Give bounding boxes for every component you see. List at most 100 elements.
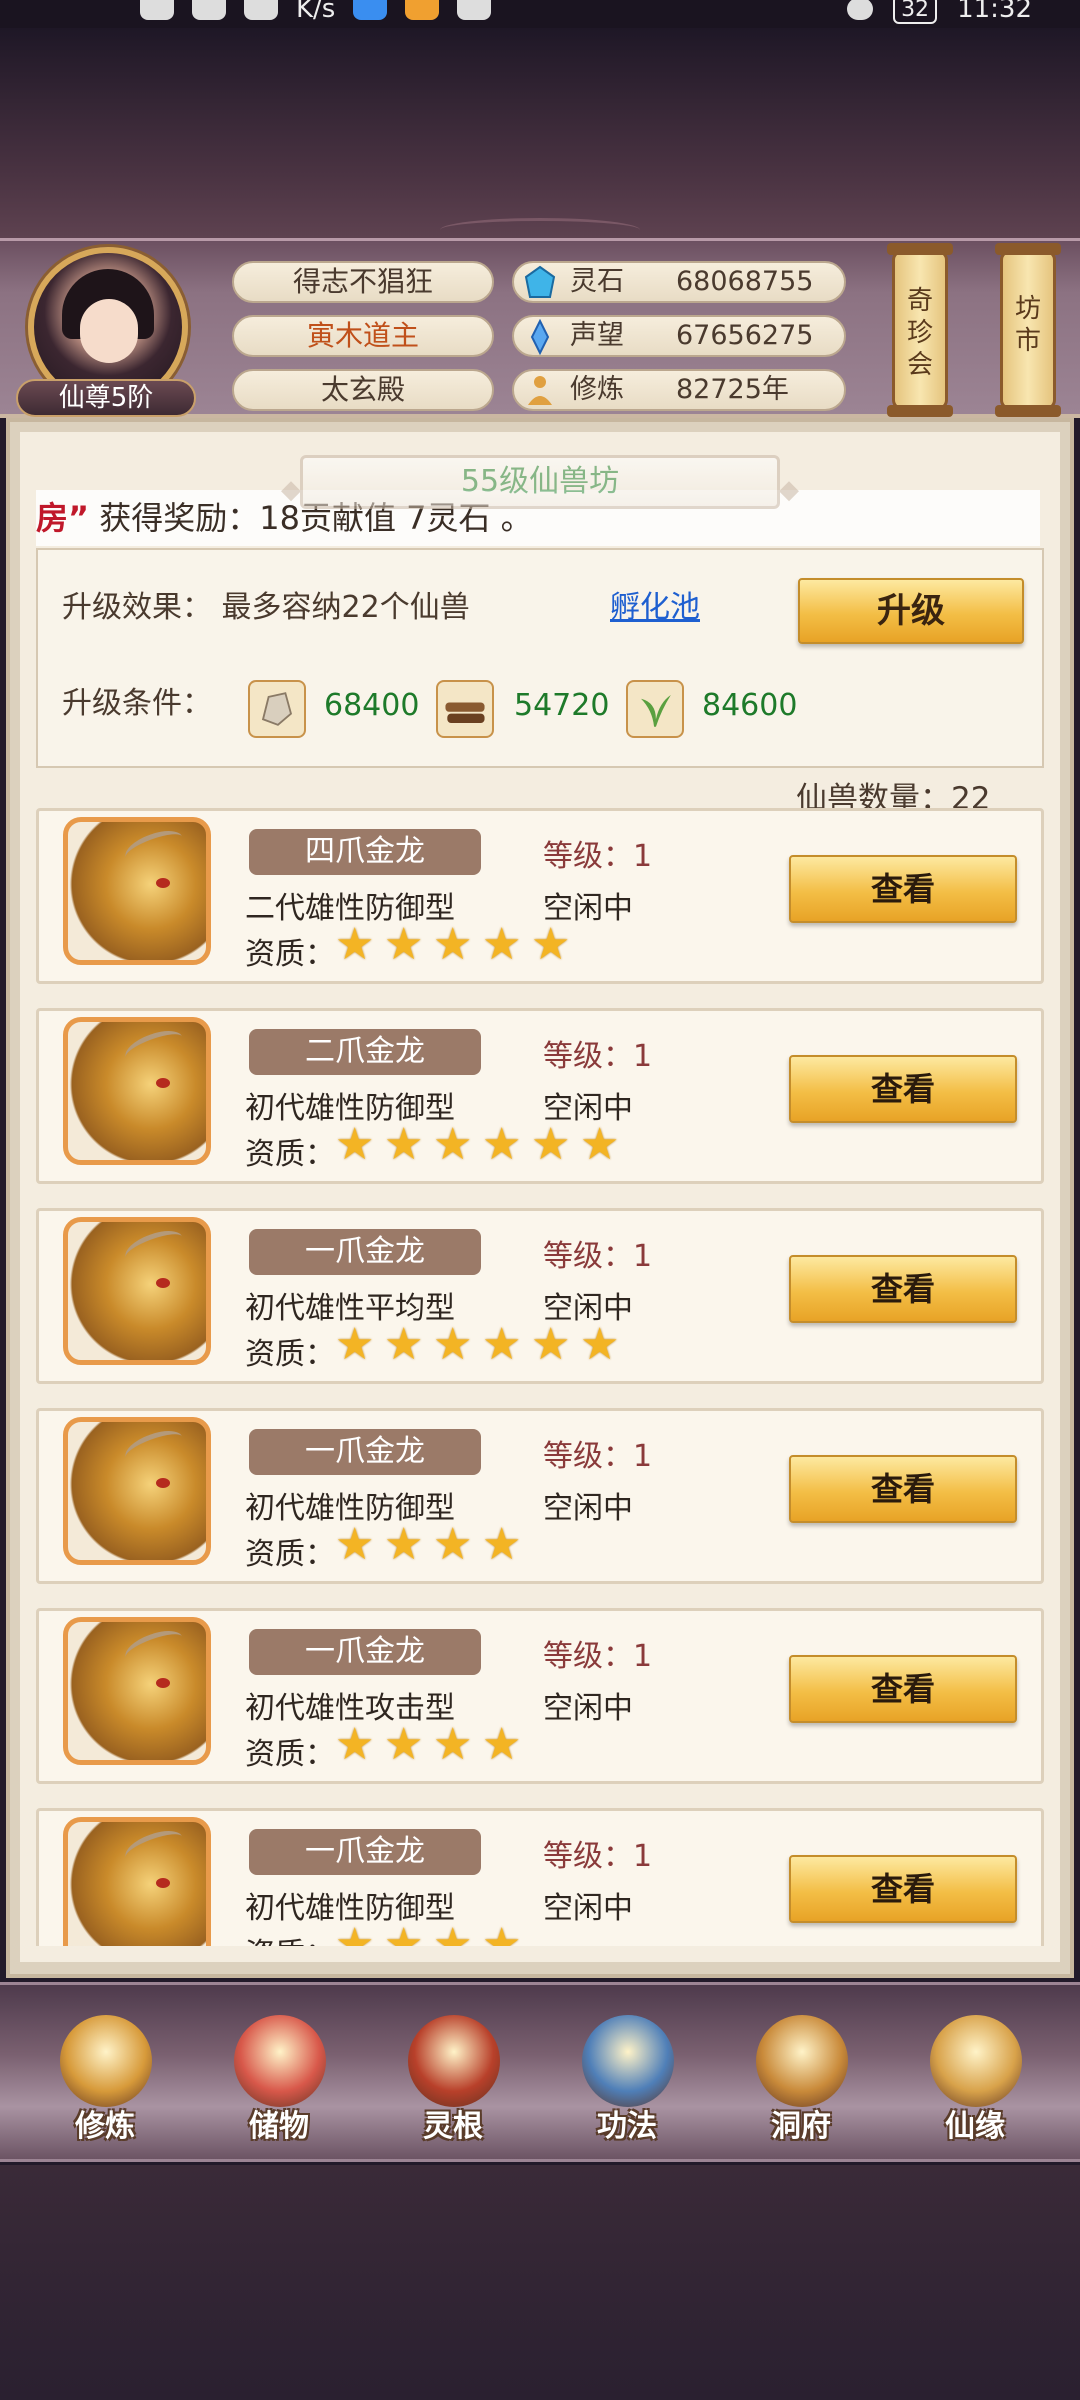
- level-value: 1: [633, 1239, 653, 1274]
- beast-card: 一爪金龙 等级：1 初代雄性攻击型 空闲中 资质： ★ ★ ★ ★ 查看: [36, 1608, 1044, 1784]
- shield-icon: [353, 0, 388, 20]
- star-icon: ★: [482, 1119, 522, 1170]
- star-icon: ★: [531, 1119, 571, 1170]
- view-button[interactable]: 查看: [789, 1255, 1017, 1323]
- nav-item-1[interactable]: 修炼: [40, 2015, 170, 2155]
- quality-label: 资质：: [245, 1929, 335, 1946]
- upgrade-condition-label: 升级条件：: [62, 686, 212, 721]
- star-icon: ★: [433, 1119, 473, 1170]
- nav-item-4[interactable]: 功法: [562, 2015, 692, 2155]
- material-value: 84600: [702, 688, 798, 723]
- ticker-prefix: 房”: [36, 499, 90, 537]
- quality-label: 资质：: [245, 1737, 335, 1772]
- beast-status: 空闲中: [543, 1891, 633, 1926]
- level-label: 等级：: [543, 1639, 633, 1674]
- golden-dragon-icon[interactable]: [63, 1417, 211, 1565]
- material-value: 68400: [324, 688, 420, 723]
- nav-label: 修炼: [75, 2109, 135, 2144]
- beast-name: 一爪金龙: [249, 1229, 481, 1275]
- level-label: 等级：: [543, 1239, 633, 1274]
- quality-label: 资质：: [245, 937, 335, 972]
- beast-level: 等级：1: [543, 1031, 652, 1075]
- ore-icon: [248, 680, 306, 738]
- resource-value: 67656275: [676, 320, 814, 351]
- hd-icon: [140, 0, 174, 20]
- nav-item-5[interactable]: 洞府: [736, 2015, 866, 2155]
- star-icon: ★: [384, 1119, 424, 1170]
- level-value: 1: [633, 839, 653, 874]
- wood-icon: [436, 680, 494, 738]
- star-icon: ★: [433, 1919, 473, 1947]
- beast-status: 空闲中: [543, 1691, 633, 1726]
- dragon-horn: [121, 1824, 187, 1870]
- avatar-face: [80, 299, 138, 363]
- resource-value: 68068755: [676, 266, 814, 297]
- quality-label: 资质：: [245, 1537, 335, 1572]
- beast-list[interactable]: 四爪金龙 等级：1 二代雄性防御型 空闲中 资质： ★ ★ ★ ★ ★ 查看 二爪金龙 等级：1 初代雄性…: [36, 808, 1044, 1946]
- star-icon: ★: [433, 1519, 473, 1570]
- view-button[interactable]: 查看: [789, 1655, 1017, 1723]
- quality-stars: ★ ★ ★ ★: [335, 1723, 526, 1767]
- view-button[interactable]: 查看: [789, 1855, 1017, 1923]
- nav-item-6[interactable]: 仙缘: [910, 2015, 1040, 2155]
- dragon-eye: [156, 1078, 170, 1088]
- spirit-root-icon: [408, 2015, 500, 2107]
- dragon-eye: [156, 1478, 170, 1488]
- golden-dragon-icon[interactable]: [63, 1217, 211, 1365]
- view-button[interactable]: 查看: [789, 1055, 1017, 1123]
- resource-value: 82725年: [676, 374, 789, 405]
- beast-level: 等级：1: [543, 1831, 652, 1875]
- beast-card: 二爪金龙 等级：1 初代雄性防御型 空闲中 资质： ★ ★ ★ ★ ★ ★ 查看: [36, 1008, 1044, 1184]
- quality-stars: ★ ★ ★ ★ ★ ★: [335, 1323, 624, 1367]
- resource-prestige: 声望 67656275: [512, 315, 846, 357]
- market-button[interactable]: 坊市: [995, 243, 1061, 417]
- star-icon: ★: [482, 1519, 522, 1570]
- bottom-backdrop: [0, 2165, 1080, 2400]
- golden-dragon-icon[interactable]: [63, 1817, 211, 1946]
- treasure-fair-button[interactable]: 奇珍会: [887, 243, 953, 417]
- level-value: 1: [633, 1439, 653, 1474]
- herb-icon: [626, 680, 684, 738]
- golden-dragon-icon[interactable]: [63, 1017, 211, 1165]
- view-button[interactable]: 查看: [789, 855, 1017, 923]
- resource-label: 灵石: [570, 266, 624, 297]
- prestige-icon: [530, 319, 550, 355]
- nav-label: 仙缘: [945, 2109, 1005, 2144]
- bottom-nav: 修炼 储物 灵根 功法 洞府 仙缘: [0, 1982, 1080, 2162]
- net-speed: K/s: [296, 0, 336, 24]
- quality-label: 资质：: [245, 1337, 335, 1372]
- rank-badge: 仙尊5阶: [16, 379, 196, 417]
- nav-item-3[interactable]: 灵根: [388, 2015, 518, 2155]
- level-label: 等级：: [543, 1039, 633, 1074]
- level-value: 1: [633, 1039, 653, 1074]
- star-icon: ★: [482, 1319, 522, 1370]
- level-label: 等级：: [543, 1439, 633, 1474]
- star-icon: ★: [433, 1319, 473, 1370]
- beast-level: 等级：1: [543, 1231, 652, 1275]
- wifi-icon: [244, 0, 278, 20]
- dragon-eye: [156, 1278, 170, 1288]
- star-icon: ★: [384, 1919, 424, 1947]
- hatch-pool-link[interactable]: 孵化池: [610, 582, 700, 626]
- dragon-horn: [121, 1624, 187, 1670]
- star-icon: ★: [384, 1519, 424, 1570]
- quality-label: 资质：: [245, 1137, 335, 1172]
- star-icon: ★: [335, 1919, 375, 1947]
- cultivation-icon: [528, 376, 552, 405]
- status-right: 32 11:32: [847, 0, 1032, 24]
- palace-icon: [756, 2015, 848, 2107]
- upgrade-button[interactable]: 升级: [798, 578, 1024, 644]
- golden-dragon-icon[interactable]: [63, 1617, 211, 1765]
- nav-item-2[interactable]: 储物: [214, 2015, 344, 2155]
- star-icon: ★: [335, 1719, 375, 1770]
- star-icon: ★: [580, 1319, 620, 1370]
- clock: 11:32: [957, 0, 1032, 24]
- golden-dragon-icon[interactable]: [63, 817, 211, 965]
- level-label: 等级：: [543, 1839, 633, 1874]
- view-button[interactable]: 查看: [789, 1455, 1017, 1523]
- upgrade-effect-label: 升级效果：: [62, 590, 212, 625]
- star-icon: ★: [335, 1519, 375, 1570]
- material-value: 54720: [514, 688, 610, 723]
- star-icon: ★: [335, 1319, 375, 1370]
- beast-name: 一爪金龙: [249, 1629, 481, 1675]
